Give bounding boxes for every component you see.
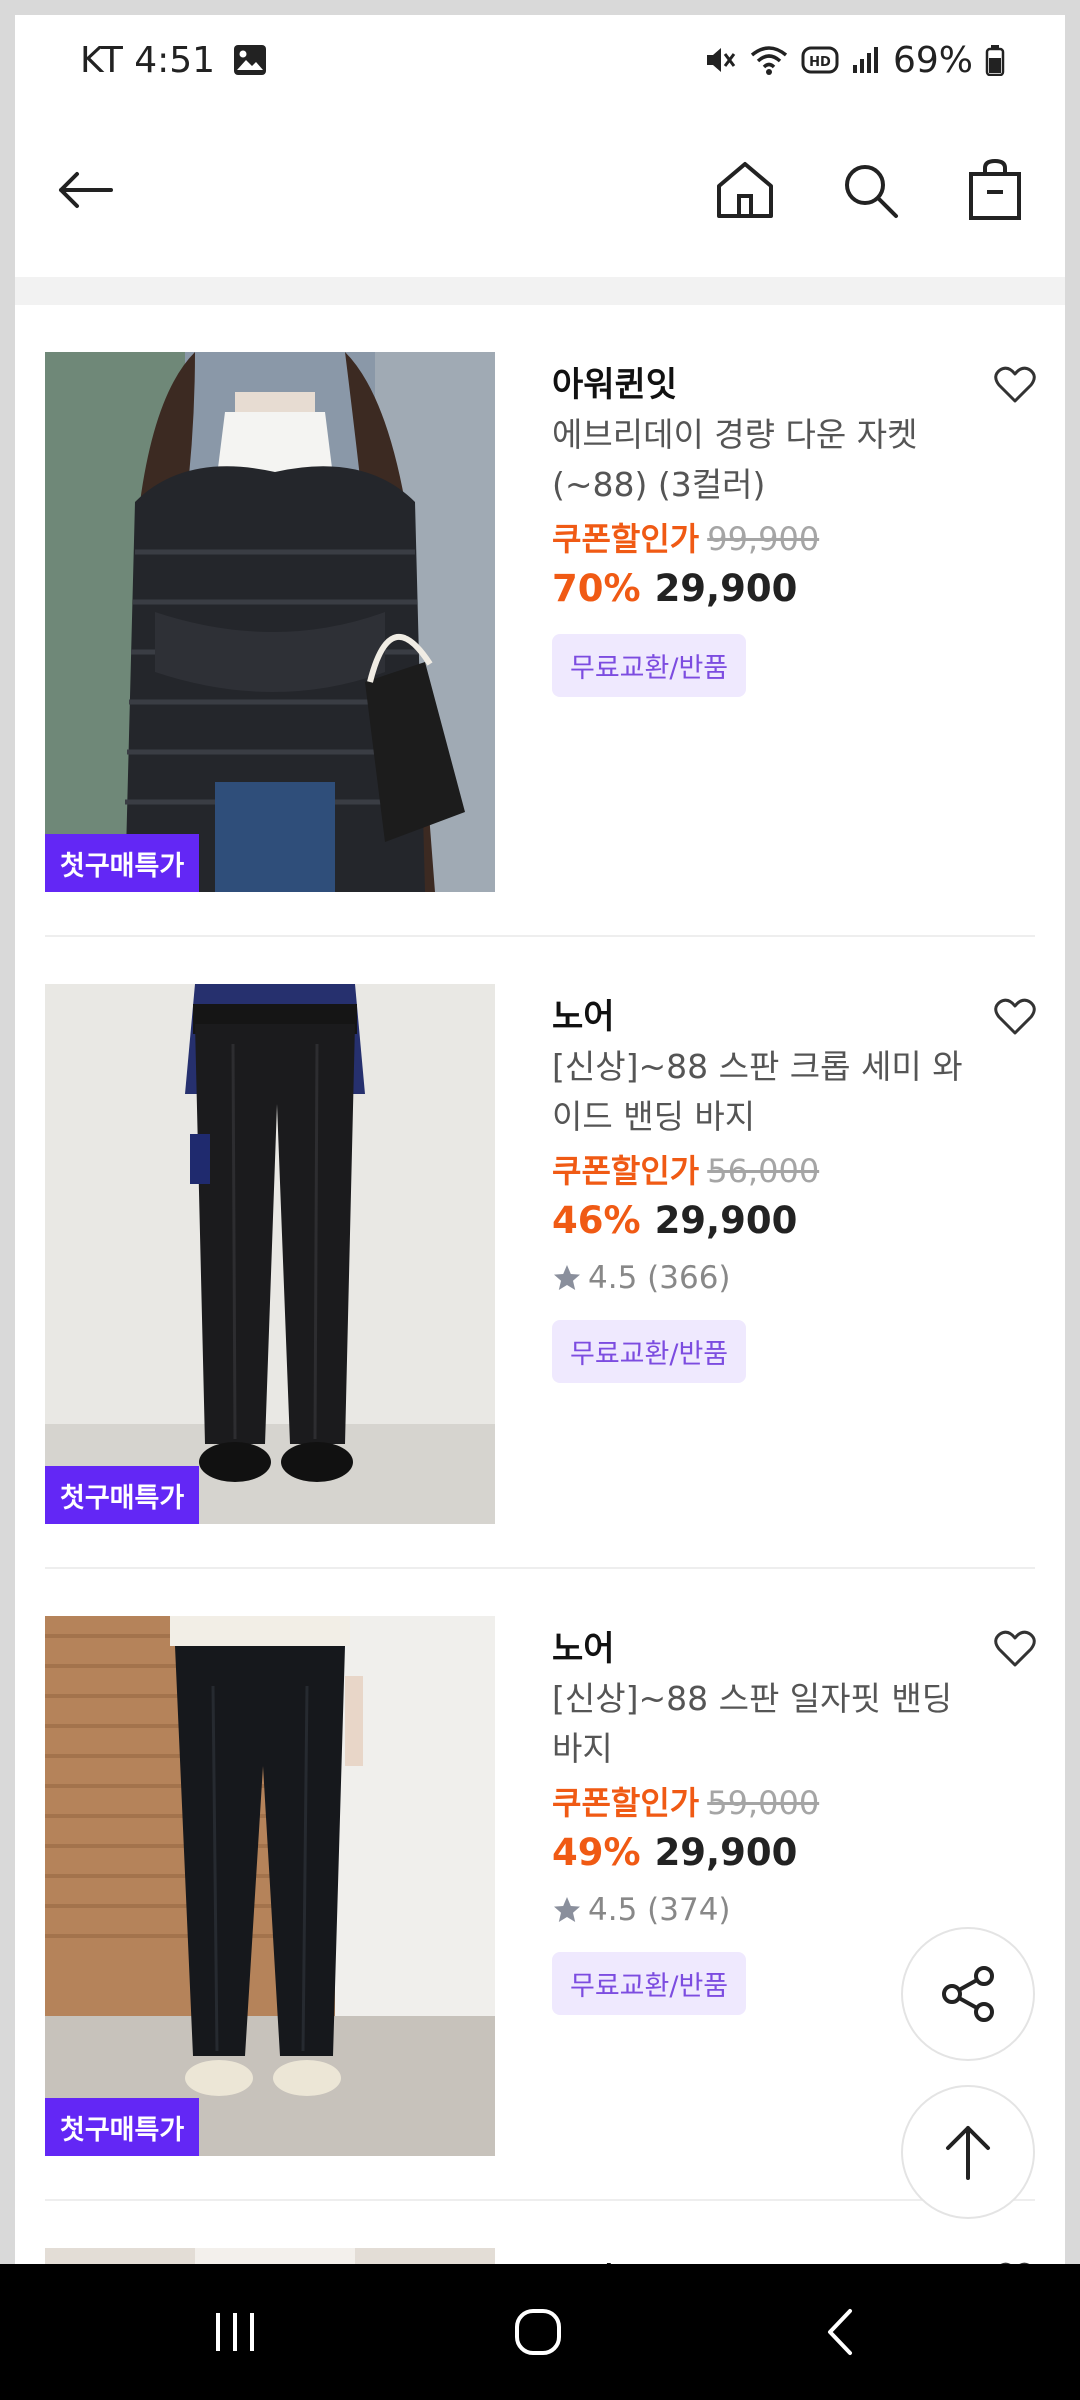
hd-voice-icon: HD — [801, 45, 839, 75]
back-nav-button[interactable] — [800, 2302, 880, 2362]
status-time: KT 4:51 — [80, 39, 216, 81]
original-price: 56,000 — [707, 1152, 820, 1190]
search-button[interactable] — [835, 155, 905, 225]
wifi-icon — [749, 43, 789, 77]
product-image[interactable]: 첫구매특가 — [45, 1616, 495, 2156]
arrow-left-icon — [59, 172, 113, 208]
free-exchange-tag: 무료교환/반품 — [552, 634, 747, 697]
system-nav-bar — [0, 2264, 1080, 2400]
home-icon — [717, 162, 773, 218]
sale-price: 29,900 — [654, 567, 798, 610]
wishlist-button[interactable] — [990, 1624, 1040, 1674]
search-icon — [845, 165, 898, 218]
chevron-left-icon — [828, 2309, 852, 2355]
back-button[interactable] — [50, 155, 120, 225]
battery-icon — [985, 44, 1005, 76]
arrow-up-icon — [946, 2126, 990, 2180]
product-card[interactable]: 첫구매특가 노어 [신상]~88 스판 크롭 세미 와이드 밴딩 바지 쿠폰할인… — [15, 937, 1065, 1569]
brand-name: 노어 — [552, 1629, 615, 1669]
brand-name: 노어 — [552, 2256, 972, 2264]
sale-price: 29,900 — [654, 1199, 798, 1242]
status-bar: KT 4:51 HD 69% — [15, 15, 1065, 105]
wishlist-button[interactable] — [990, 2256, 1040, 2264]
sale-price: 29,900 — [654, 1831, 798, 1874]
app-screen: KT 4:51 HD 69% 첫구매특가 아워퀸잇 에브리데이 경량 다운 자켓… — [15, 15, 1065, 2264]
brand-name: 노어 — [552, 997, 615, 1037]
signal-icon — [851, 45, 881, 75]
cart-button[interactable] — [960, 155, 1030, 225]
product-card[interactable]: 첫구매특가 노어 [신상]~88 스판 일자핏 밴딩 바지 쿠폰할인가 59,00… — [15, 1569, 1065, 2201]
star-icon — [554, 1897, 580, 1922]
scroll-to-top-button[interactable] — [901, 2085, 1035, 2219]
coupon-price-label: 쿠폰할인가 — [552, 520, 700, 558]
mute-icon — [703, 43, 737, 77]
top-app-bar — [15, 105, 1065, 275]
star-icon — [554, 1265, 580, 1290]
rating-text: 4.5 (374) — [588, 1892, 731, 1928]
heart-outline-icon — [994, 366, 1036, 403]
discount-rate: 46% — [552, 1199, 641, 1242]
rating-text: 4.5 (366) — [588, 1260, 731, 1296]
wishlist-button[interactable] — [990, 992, 1040, 1042]
wishlist-button[interactable] — [990, 360, 1040, 410]
header-divider — [15, 277, 1065, 305]
home-button[interactable] — [710, 155, 780, 225]
discount-rate: 49% — [552, 1831, 641, 1874]
product-name: 에브리데이 경량 다운 자켓 (~88) (3컬러) — [552, 415, 918, 504]
free-exchange-tag: 무료교환/반품 — [552, 1320, 747, 1383]
product-image[interactable]: 첫구매특가 — [45, 984, 495, 1524]
battery-level: 69% — [892, 39, 973, 81]
product-card[interactable]: 첫구매특가 아워퀸잇 에브리데이 경량 다운 자켓 (~88) (3컬러) 쿠폰… — [15, 305, 1065, 937]
first-purchase-badge: 첫구매특가 — [45, 834, 200, 892]
home-nav-button[interactable] — [498, 2302, 578, 2362]
brand-name: 아워퀸잇 — [552, 365, 678, 405]
gallery-notification-icon — [233, 44, 267, 76]
coupon-price-label: 쿠폰할인가 — [552, 1152, 700, 1190]
product-image[interactable]: 첫구매특가 — [45, 352, 495, 892]
shopping-bag-icon — [969, 158, 1021, 220]
heart-outline-icon — [994, 998, 1036, 1035]
share-button[interactable] — [901, 1927, 1035, 2061]
recent-apps-button[interactable] — [195, 2302, 275, 2362]
original-price: 59,000 — [707, 1784, 820, 1822]
home-circle-icon — [515, 2309, 561, 2355]
coupon-price-label: 쿠폰할인가 — [552, 1784, 700, 1822]
first-purchase-badge: 첫구매특가 — [45, 1466, 200, 1524]
original-price: 99,900 — [707, 520, 820, 558]
product-image[interactable] — [45, 2248, 495, 2264]
recent-apps-icon — [216, 2313, 254, 2351]
svg-text:HD: HD — [809, 55, 831, 70]
heart-outline-icon — [994, 1630, 1036, 1667]
discount-rate: 70% — [552, 567, 641, 610]
share-icon — [942, 1966, 994, 2022]
product-name: [신상]~88 스판 크롭 세미 와이드 밴딩 바지 — [552, 1047, 963, 1136]
free-exchange-tag: 무료교환/반품 — [552, 1952, 747, 2015]
product-card[interactable]: 노어 — [15, 2201, 1065, 2264]
product-name: [신상]~88 스판 일자핏 밴딩 바지 — [552, 1679, 953, 1768]
first-purchase-badge: 첫구매특가 — [45, 2098, 200, 2156]
